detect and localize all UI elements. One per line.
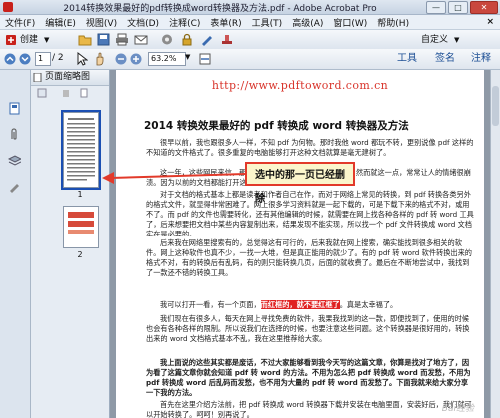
- annotation-arrow: [102, 172, 246, 184]
- annotation-callout: 选中的那一页已经删除: [245, 162, 355, 205]
